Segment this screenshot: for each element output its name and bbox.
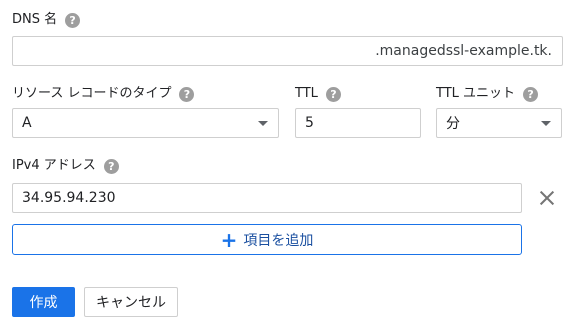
help-icon[interactable]: ? [103,158,119,174]
chevron-down-icon [541,120,551,126]
ttl-unit-select[interactable]: 分 [436,108,562,138]
ttl-label-text: TTL [295,86,318,101]
ipv4-label-text: IPv4 アドレス [12,158,96,173]
ipv4-label: IPv4 アドレス ? [12,157,119,175]
ttl-unit-label-text: TTL ユニット [436,86,516,101]
ttl-unit-label: TTL ユニット ? [436,85,539,103]
ttl-unit-value: 分 [446,116,460,132]
ttl-value: 5 [305,115,314,131]
dns-name-suffix: .managedssl-example.tk. [375,43,552,59]
help-icon[interactable]: ? [523,86,539,102]
record-type-label-text: リソース レコードのタイプ [12,86,172,101]
ipv4-address-input[interactable]: 34.95.94.230 [12,183,522,213]
plus-icon: + [220,227,238,252]
record-type-value: A [22,115,32,131]
add-item-label: 項目を追加 [243,232,314,249]
add-item-button[interactable]: + 項目を追加 [12,224,522,255]
record-type-label: リソース レコードのタイプ ? [12,85,195,103]
help-icon[interactable]: ? [179,86,195,102]
dns-name-field[interactable]: .managedssl-example.tk. [12,36,563,66]
dns-name-label-text: DNS 名 [12,12,58,27]
ttl-input[interactable]: 5 [295,108,421,138]
help-icon[interactable]: ? [65,12,81,28]
chevron-down-icon [258,120,268,126]
cancel-button[interactable]: キャンセル [84,287,178,317]
close-icon[interactable] [537,188,557,208]
ttl-label: TTL ? [295,85,341,103]
help-icon[interactable]: ? [325,86,341,102]
dns-name-label: DNS 名 ? [12,11,81,29]
ipv4-address-value: 34.95.94.230 [22,190,116,206]
create-button[interactable]: 作成 [12,287,75,317]
record-type-select[interactable]: A [12,108,279,138]
